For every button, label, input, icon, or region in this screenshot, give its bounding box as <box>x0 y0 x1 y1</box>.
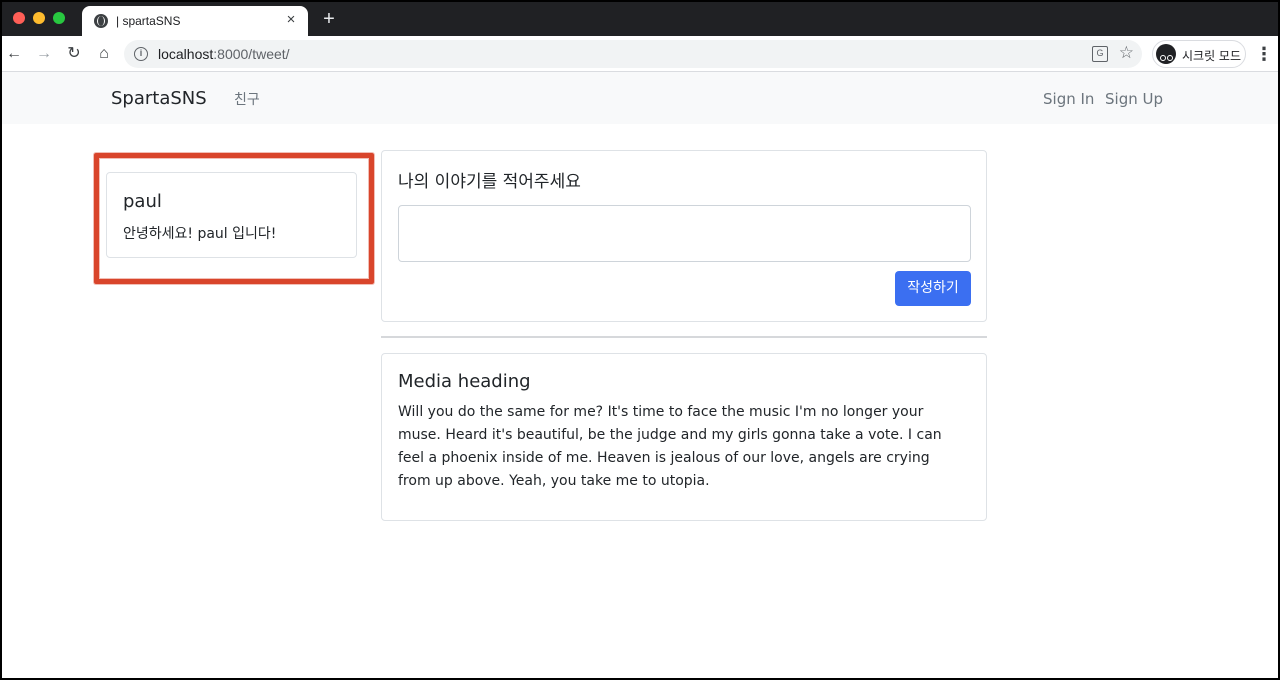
close-tab-icon[interactable]: × <box>282 11 300 29</box>
url-path: :8000/tweet/ <box>213 46 290 62</box>
navbar: SpartaSNS 친구 Sign In Sign Up <box>2 72 1278 124</box>
window-close-button[interactable] <box>13 12 25 24</box>
window-minimize-button[interactable] <box>33 12 45 24</box>
back-icon[interactable]: ← <box>2 42 26 66</box>
tab-title: | spartaSNS <box>116 14 181 28</box>
divider <box>381 336 987 338</box>
nav-friends-link[interactable]: 친구 <box>234 89 260 109</box>
url-text[interactable]: localhost:8000/tweet/ <box>158 46 290 62</box>
reload-icon[interactable]: ↻ <box>62 42 86 66</box>
menu-icon[interactable]: ⋮ <box>1254 42 1274 66</box>
media-heading: Media heading <box>398 371 531 392</box>
sign-up-link[interactable]: Sign Up <box>1105 90 1163 108</box>
compose-card: 나의 이야기를 적어주세요 작성하기 <box>381 150 987 322</box>
profile-bio: 안녕하세요! paul 입니다! <box>123 226 277 242</box>
forward-icon[interactable]: → <box>32 42 56 66</box>
tab-strip: | spartaSNS × + <box>2 2 1278 36</box>
address-bar[interactable]: i localhost:8000/tweet/ G ☆ <box>124 40 1142 68</box>
compose-textarea[interactable] <box>398 205 971 262</box>
browser-window: | spartaSNS × + ← → ↻ ⌂ i localhost:8000… <box>2 2 1278 678</box>
browser-tab[interactable]: | spartaSNS × <box>82 6 308 36</box>
sign-in-link[interactable]: Sign In <box>1043 90 1094 108</box>
brand-link[interactable]: SpartaSNS <box>111 88 207 109</box>
profile-name: paul <box>123 191 162 212</box>
compose-title: 나의 이야기를 적어주세요 <box>398 172 581 192</box>
globe-icon <box>94 14 108 28</box>
media-body: Will you do the same for me? It's time t… <box>398 404 942 489</box>
info-icon[interactable]: i <box>134 47 148 61</box>
translate-icon[interactable]: G <box>1092 46 1108 62</box>
profile-card: paul 안녕하세요! paul 입니다! <box>106 172 357 258</box>
compose-submit-button[interactable]: 작성하기 <box>895 271 971 306</box>
url-host: localhost <box>158 46 214 62</box>
incognito-label: 시크릿 모드 <box>1182 49 1242 63</box>
incognito-icon <box>1156 44 1176 64</box>
window-maximize-button[interactable] <box>53 12 65 24</box>
incognito-badge[interactable]: 시크릿 모드 <box>1152 40 1246 68</box>
home-icon[interactable]: ⌂ <box>92 42 116 66</box>
page-content: SpartaSNS 친구 Sign In Sign Up paul 안녕하세요!… <box>2 72 1278 678</box>
media-card: Media heading Will you do the same for m… <box>381 353 987 521</box>
star-icon[interactable]: ☆ <box>1119 43 1134 63</box>
browser-toolbar: ← → ↻ ⌂ i localhost:8000/tweet/ G ☆ 시크릿 … <box>2 36 1278 72</box>
new-tab-button[interactable]: + <box>318 8 340 30</box>
